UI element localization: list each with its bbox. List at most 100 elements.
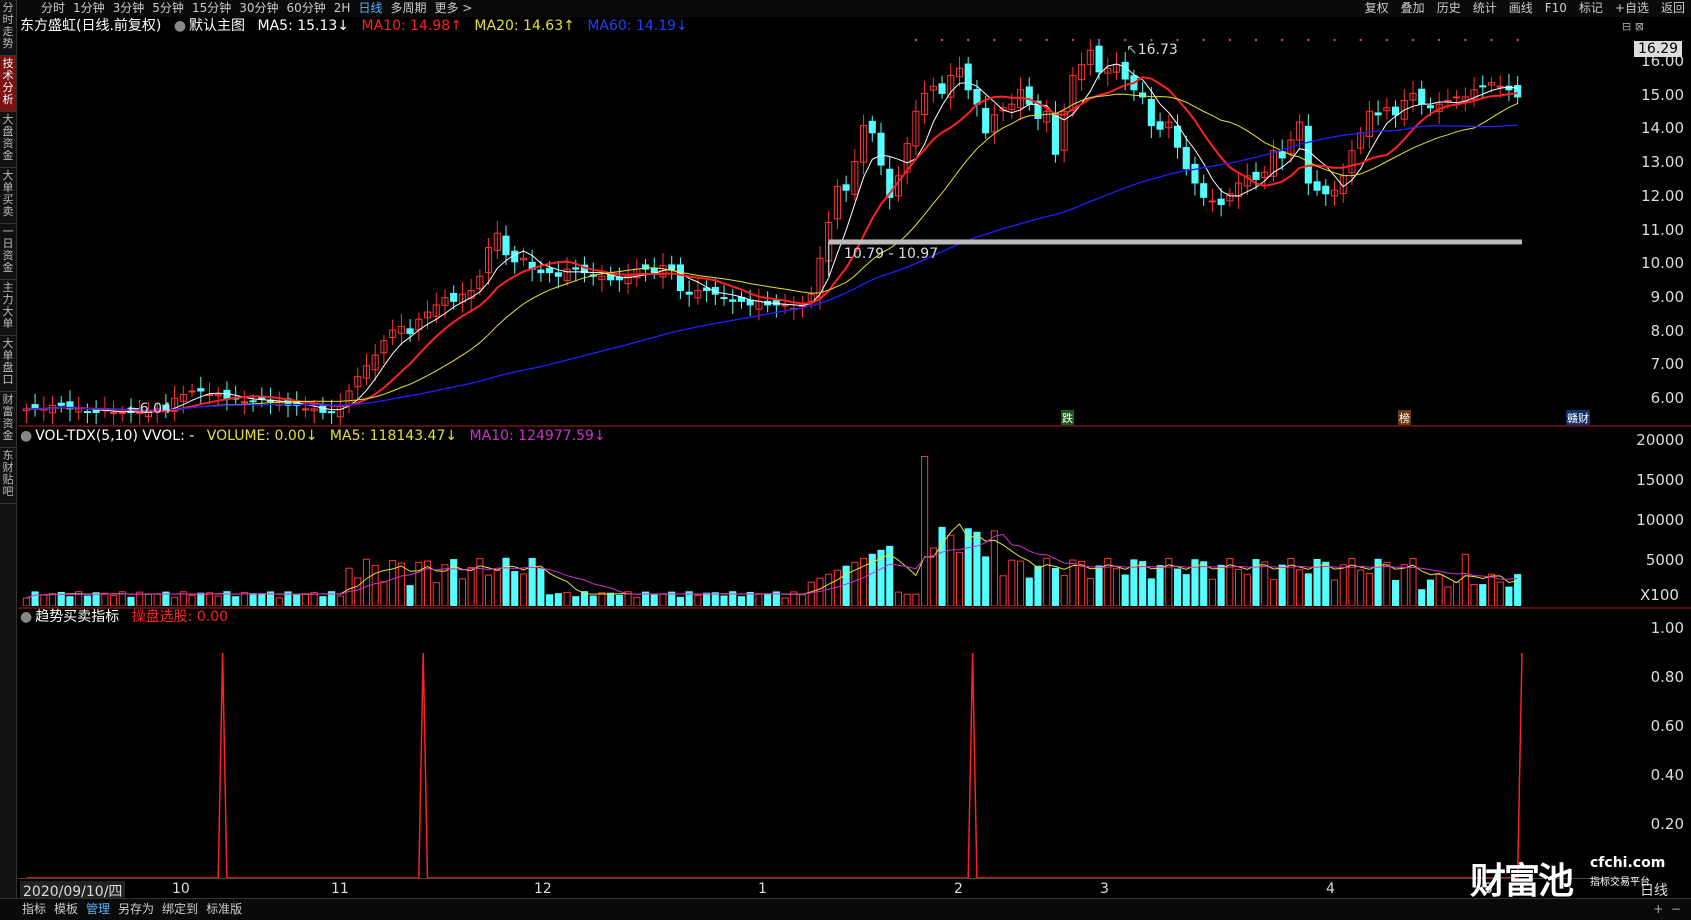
volume-bar-112: [999, 575, 1007, 606]
toolbar-action-4[interactable]: 画线: [1509, 1, 1533, 15]
period-tab-2[interactable]: 3分钟: [113, 1, 145, 15]
candle-25: [240, 390, 248, 415]
ma10-label: MA10: 14.98↑: [361, 18, 462, 34]
volume-tick-3: 5000: [1645, 551, 1684, 569]
candle-69: [624, 263, 632, 294]
volume-bar-151: [1339, 564, 1347, 606]
period-tab-8[interactable]: 日线: [358, 1, 382, 15]
volume-chart[interactable]: [18, 442, 1635, 606]
candle-50: [458, 282, 466, 313]
period-tab-7[interactable]: 2H: [334, 1, 351, 15]
signal-dot-147: [1307, 38, 1310, 42]
signal-dot-156: [1385, 38, 1389, 42]
rail-tab-1[interactable]: 技术分析: [0, 56, 16, 112]
signal-dot-171: [1516, 38, 1519, 42]
rail-tab-7[interactable]: 财富资金: [0, 392, 16, 448]
candle-43: [397, 313, 405, 346]
volume-bar-103: [921, 455, 929, 606]
volume-bar-68: [615, 594, 623, 606]
bottom-tab-3[interactable]: 另存为: [118, 902, 154, 916]
toolbar-action-1[interactable]: 叠加: [1401, 1, 1425, 15]
candle-88: [790, 296, 798, 320]
bottom-tab-0[interactable]: 指标: [22, 902, 46, 916]
price-tick-4: 12.00: [1641, 186, 1684, 205]
volume-bar-61: [554, 593, 562, 606]
candle-134: [1191, 156, 1199, 196]
volume-bar-85: [764, 594, 772, 606]
ma20-label: MA20: 14.63↑: [474, 18, 575, 34]
signal-dot-117: [1045, 38, 1048, 42]
volume-bar-169: [1496, 581, 1504, 606]
volume-bar-109: [973, 531, 981, 606]
rail-tab-0[interactable]: 分时走势: [0, 0, 16, 56]
volume-bar-168: [1487, 573, 1496, 606]
indicator-chart[interactable]: [18, 623, 1635, 878]
zoom-controls[interactable]: + −: [1653, 899, 1681, 919]
period-tab-0[interactable]: 分时: [41, 1, 65, 15]
volume-bar-65: [589, 595, 597, 606]
period-tab-1[interactable]: 1分钟: [73, 1, 105, 15]
volume-bar-140: [1243, 573, 1251, 606]
minimize-icon[interactable]: ⊟: [1622, 20, 1631, 33]
period-tab-5[interactable]: 30分钟: [239, 1, 278, 15]
toolbar-action-0[interactable]: 复权: [1365, 1, 1389, 15]
volume-bar-170: [1505, 586, 1513, 606]
candle-9: [101, 396, 109, 418]
top-toolbar: 分时 1分钟 3分钟 5分钟 15分钟 30分钟 60分钟 2H 日线 多周期 更多 > 复权 叠加历…: [17, 0, 1691, 17]
volume-bar-150: [1330, 579, 1339, 606]
volume-bar-22: [214, 595, 222, 606]
event-marker-2[interactable]: 榜: [1398, 410, 1411, 426]
watermark-logo: 财富池: [1470, 861, 1574, 902]
volume-bar-158: [1400, 564, 1408, 606]
candle-139: [1235, 172, 1243, 209]
candle-5: [66, 390, 74, 422]
period-tab-6[interactable]: 60分钟: [287, 1, 326, 15]
toolbar-action-5[interactable]: F10: [1545, 1, 1567, 15]
window-controls[interactable]: ⊟ ⊠: [1622, 20, 1644, 33]
toolbar-action-2[interactable]: 历史: [1437, 1, 1461, 15]
toolbar-action-7[interactable]: +自选: [1615, 1, 1649, 15]
rail-tab-6[interactable]: 大单盘口: [0, 336, 16, 392]
candle-82: [737, 291, 746, 309]
candle-7: [83, 403, 91, 424]
rail-tab-5[interactable]: 主力大单: [0, 280, 16, 336]
indicator-tick-1: 0.80: [1650, 668, 1684, 686]
toolbar-action-3[interactable]: 统计: [1473, 1, 1497, 15]
toolbar-action-8[interactable]: 返回: [1661, 1, 1685, 15]
candle-135: [1200, 174, 1208, 206]
zoom-out-icon[interactable]: −: [1671, 902, 1681, 916]
candle-156: [1383, 97, 1391, 120]
price-chart[interactable]: [18, 36, 1635, 434]
pane-divider-2[interactable]: [18, 607, 1691, 609]
period-tab-3[interactable]: 5分钟: [152, 1, 184, 15]
period-tab-9[interactable]: 多周期: [390, 1, 426, 15]
rail-tab-4[interactable]: 一日资金: [0, 224, 16, 280]
price-tick-6: 10.00: [1641, 254, 1684, 273]
event-marker-1[interactable]: 跌: [1061, 410, 1074, 426]
period-tab-4[interactable]: 15分钟: [192, 1, 231, 15]
volume-bar-8: [92, 592, 100, 606]
signal-dot-102: [914, 38, 918, 42]
bottom-tab-5[interactable]: 标准版: [206, 902, 242, 916]
zoom-in-icon[interactable]: +: [1653, 902, 1663, 916]
volume-bar-154: [1365, 573, 1373, 606]
event-marker-3[interactable]: 赣财: [1566, 410, 1590, 426]
bottom-tab-2[interactable]: 管理: [86, 902, 110, 916]
rail-tab-2[interactable]: 大盘资金: [0, 112, 16, 168]
candle-32: [301, 396, 309, 418]
candle-3: [48, 395, 57, 425]
main-chart-settings-icon[interactable]: ●: [174, 18, 186, 34]
candle-117: [1043, 99, 1051, 133]
volume-bar-67: [607, 592, 615, 606]
bottom-tab-4[interactable]: 绑定到: [162, 902, 198, 916]
rail-tab-3[interactable]: 大单买卖: [0, 168, 16, 224]
range-annotation: 10.79 - 10.97: [844, 246, 939, 262]
period-tab-10[interactable]: 更多 >: [434, 1, 472, 15]
rail-tab-8[interactable]: 东财贴吧: [0, 448, 16, 504]
toolbar-action-6[interactable]: 标记: [1579, 1, 1603, 15]
stock-title: 东方盛虹(日线.前复权): [20, 18, 162, 34]
close-icon[interactable]: ⊠: [1635, 20, 1644, 33]
main-chart-label[interactable]: 默认主图: [189, 18, 245, 34]
bottom-tab-1[interactable]: 模板: [54, 902, 78, 916]
volume-bar-60: [546, 594, 554, 606]
